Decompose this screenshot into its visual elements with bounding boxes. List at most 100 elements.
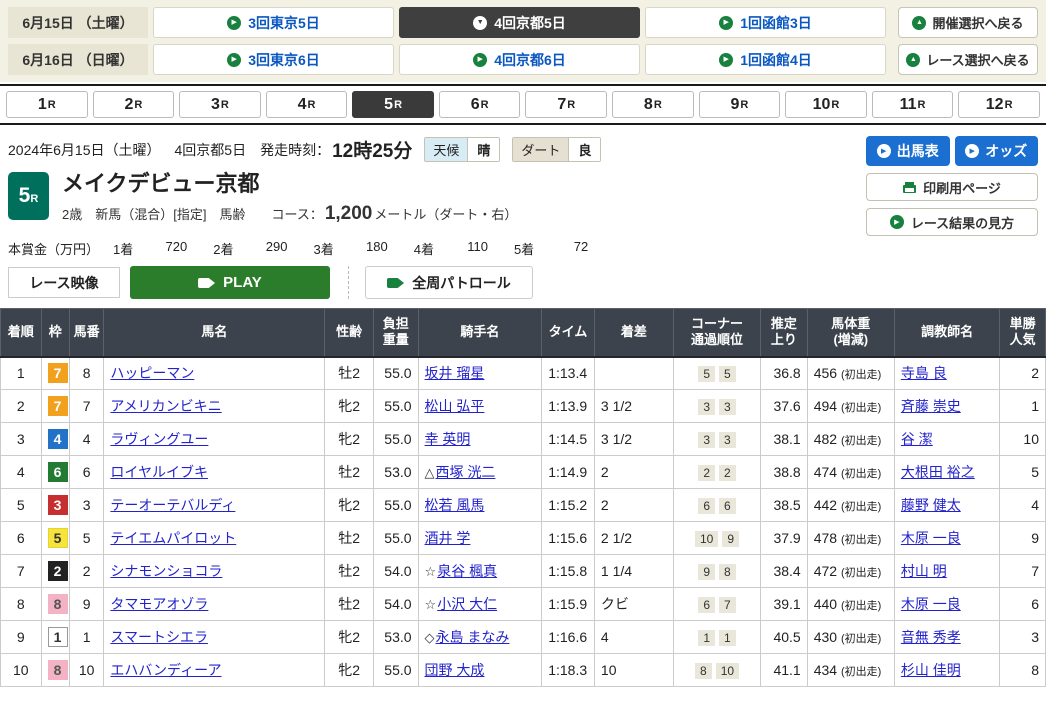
prize-money-label: 本賞金（万円） <box>8 239 99 258</box>
race-day-button[interactable]: ▶3回東京5日 <box>153 7 394 38</box>
race-title-block: メイクデビュー京都 2歳 新馬（混合）[指定] 馬齢 コース： 1,200 メー… <box>62 172 517 225</box>
horse-name-cell: ハッピーマン <box>104 357 325 390</box>
horse-name-link[interactable]: ハッピーマン <box>110 365 194 381</box>
horse-name-cell: タマモアオゾラ <box>104 588 325 621</box>
corner-position: 5 <box>698 366 715 382</box>
race-tab-4r[interactable]: 4R <box>266 91 348 118</box>
jockey-name-link[interactable]: 泉谷 楓真 <box>437 563 497 579</box>
race-day-label: 1回函館4日 <box>740 50 812 70</box>
race-tab-suffix: R <box>831 99 839 111</box>
race-tab-12r[interactable]: 12R <box>958 91 1040 118</box>
column-header: 馬番 <box>69 309 103 357</box>
patrol-video-button[interactable]: 全周パトロール <box>365 266 533 299</box>
jockey-name-link[interactable]: 松若 風馬 <box>425 497 485 513</box>
race-tab-2r[interactable]: 2R <box>93 91 175 118</box>
print-page-label: 印刷用ページ <box>923 178 1001 197</box>
jockey-name-link[interactable]: 酒井 学 <box>425 530 471 546</box>
jockey-name-link[interactable]: 幸 英明 <box>425 431 471 447</box>
race-day-button[interactable]: ▼4回京都5日 <box>399 7 640 38</box>
trainer-name-link[interactable]: 寺島 良 <box>901 365 947 381</box>
horse-name-link[interactable]: シナモンショコラ <box>110 563 222 579</box>
track-label: ダート <box>513 138 568 161</box>
horse-name-link[interactable]: タマモアオゾラ <box>110 596 208 612</box>
column-header: 騎手名 <box>418 309 542 357</box>
finish-position: 2 <box>1 390 42 423</box>
race-day-button[interactable]: ▶3回東京6日 <box>153 44 394 75</box>
last-3f-time: 37.9 <box>761 522 808 555</box>
trainer-name-link[interactable]: 杉山 佳明 <box>901 662 961 678</box>
horse-weight-cell: 430 (初出走) <box>807 621 894 654</box>
prize-money-line: 本賞金（万円） 1着7202着2903着1804着1105着72 <box>8 239 866 258</box>
back-to-meeting-select-button[interactable]: ▲ 開催選択へ戻る <box>898 7 1038 38</box>
trainer-name-link[interactable]: 村山 明 <box>901 563 947 579</box>
jockey-allowance-mark: △ <box>425 465 435 480</box>
arrow-right-circle-icon: ▶ <box>473 53 487 67</box>
race-tab-8r[interactable]: 8R <box>612 91 694 118</box>
arrow-right-circle-icon: ▶ <box>877 144 891 158</box>
odds-button[interactable]: ▶ オッズ <box>955 136 1039 166</box>
trainer-name-link[interactable]: 音無 秀孝 <box>901 629 961 645</box>
race-tab-10r[interactable]: 10R <box>785 91 867 118</box>
jockey-name-link[interactable]: 団野 大成 <box>425 662 485 678</box>
trainer-name-link[interactable]: 木原 一良 <box>901 596 961 612</box>
horse-number: 6 <box>69 456 103 489</box>
jockey-allowance-mark: ☆ <box>425 564 437 579</box>
print-page-button[interactable]: 印刷用ページ <box>866 173 1038 201</box>
horse-name-link[interactable]: テーオーテバルディ <box>110 497 235 513</box>
horse-name-link[interactable]: アメリカンビキニ <box>110 398 221 414</box>
trainer-name-link[interactable]: 大根田 裕之 <box>901 464 975 480</box>
corner-position: 6 <box>698 498 715 514</box>
load-weight: 53.0 <box>373 621 418 654</box>
race-meeting: 4回京都5日 <box>175 140 247 160</box>
race-day-button[interactable]: ▶1回函館4日 <box>645 44 886 75</box>
horse-name-link[interactable]: スマートシエラ <box>110 629 208 645</box>
horse-name-link[interactable]: ラヴィングユー <box>110 431 208 447</box>
jockey-name-link[interactable]: 松山 弘平 <box>425 398 485 414</box>
race-tab-6r[interactable]: 6R <box>439 91 521 118</box>
horse-name-cell: スマートシエラ <box>104 621 325 654</box>
corner-positions: 11 <box>673 621 760 654</box>
race-day-button[interactable]: ▶1回函館3日 <box>645 7 886 38</box>
last-3f-time: 38.5 <box>761 489 808 522</box>
entries-button[interactable]: ▶ 出馬表 <box>866 136 950 166</box>
horse-name-link[interactable]: テイエムパイロット <box>110 530 236 546</box>
race-tab-7r[interactable]: 7R <box>525 91 607 118</box>
schedule-date: 6月16日 （日曜） <box>8 44 148 75</box>
horse-name-link[interactable]: エハバンディーア <box>110 662 221 678</box>
finish-position: 1 <box>1 357 42 390</box>
column-header: コーナー 通過順位 <box>673 309 760 357</box>
printer-icon <box>903 185 916 193</box>
back-to-race-select-button[interactable]: ▲ レース選択へ戻る <box>898 44 1038 75</box>
jockey-name-link[interactable]: 坂井 瑠星 <box>425 365 485 381</box>
trainer-name-link[interactable]: 木原 一良 <box>901 530 961 546</box>
race-tab-suffix: R <box>221 99 229 111</box>
play-button[interactable]: PLAY <box>130 266 330 299</box>
trainer-name-link[interactable]: 藤野 健太 <box>901 497 961 513</box>
finish-time: 1:15.8 <box>542 555 595 588</box>
jockey-cell: 坂井 瑠星 <box>418 357 542 390</box>
load-weight: 55.0 <box>373 423 418 456</box>
horse-weight-cell: 456 (初出走) <box>807 357 894 390</box>
horse-name-link[interactable]: ロイヤルイブキ <box>110 464 208 480</box>
results-table: 着順枠馬番馬名性齢負担 重量騎手名タイム着差コーナー 通過順位推定 上り馬体重 … <box>0 308 1046 687</box>
race-day-button[interactable]: ▶4回京都6日 <box>399 44 640 75</box>
race-tab-11r[interactable]: 11R <box>872 91 954 118</box>
race-tab-1r[interactable]: 1R <box>6 91 88 118</box>
horse-weight-note: (初出走) <box>841 369 881 381</box>
trainer-name-link[interactable]: 谷 潔 <box>901 431 933 447</box>
trainer-name-link[interactable]: 斉藤 崇史 <box>901 398 961 414</box>
race-tab-9r[interactable]: 9R <box>699 91 781 118</box>
jockey-name-link[interactable]: 小沢 大仁 <box>437 596 497 612</box>
race-tab-3r[interactable]: 3R <box>179 91 261 118</box>
table-row: 277アメリカンビキニ牝255.0松山 弘平1:13.93 1/23337.64… <box>1 390 1046 423</box>
results-guide-button[interactable]: ▶ レース結果の見方 <box>866 208 1038 236</box>
arrow-up-circle-icon: ▲ <box>912 16 926 30</box>
jockey-name-link[interactable]: 西塚 洸二 <box>436 464 496 480</box>
race-tab-5r[interactable]: 5R <box>352 91 434 118</box>
jockey-name-link[interactable]: 永島 まなみ <box>436 629 510 645</box>
last-3f-time: 38.1 <box>761 423 808 456</box>
finish-time: 1:15.2 <box>542 489 595 522</box>
corner-position: 3 <box>719 432 736 448</box>
corner-positions: 22 <box>673 456 760 489</box>
jockey-cell: 団野 大成 <box>418 654 542 687</box>
